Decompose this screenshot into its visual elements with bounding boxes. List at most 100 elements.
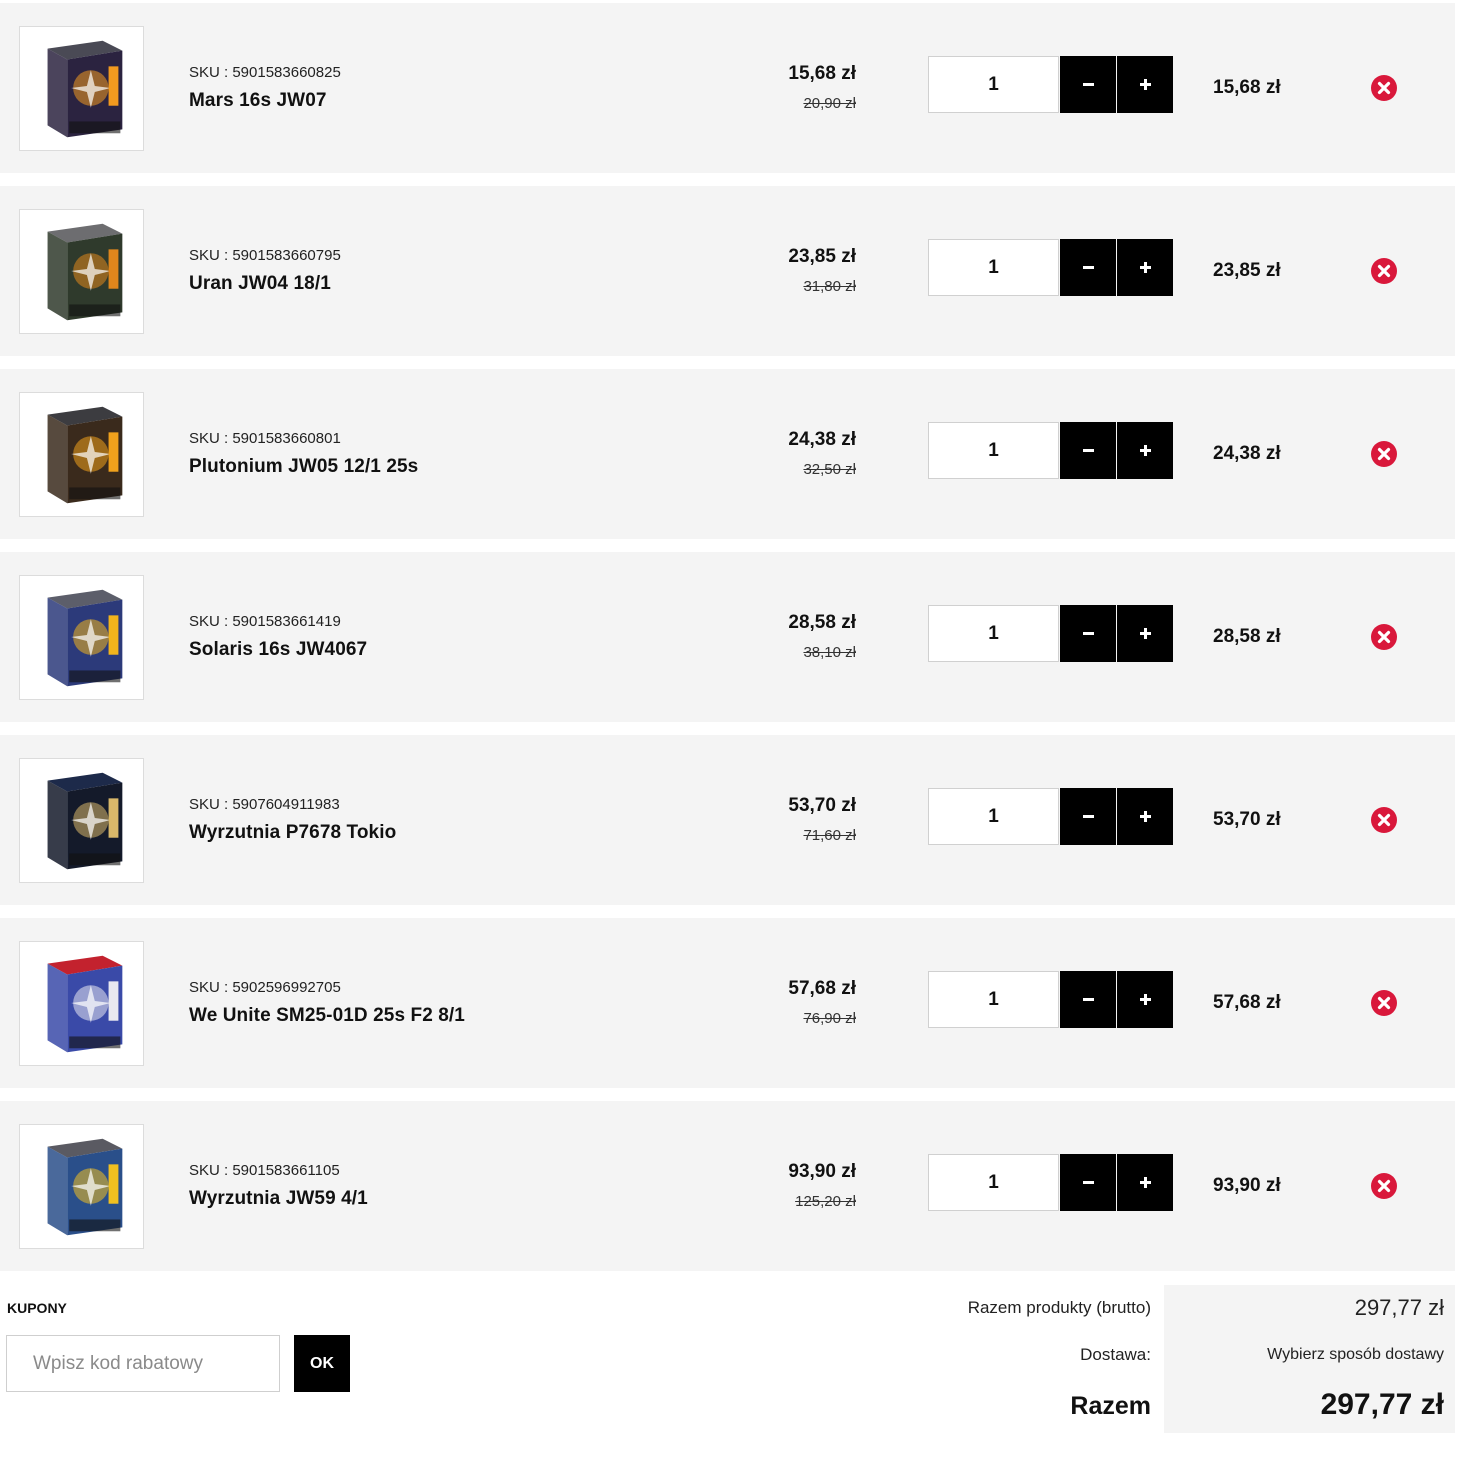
remove-item-button[interactable] bbox=[1371, 990, 1397, 1016]
close-circle-icon bbox=[1372, 442, 1396, 466]
order-summary-box: 297,77 zł Wybierz sposób dostawy 297,77 … bbox=[1164, 1285, 1455, 1433]
decrease-quantity-button[interactable] bbox=[1060, 239, 1116, 296]
product-price-cell: 24,38 zł 32,50 zł bbox=[689, 369, 914, 539]
product-thumbnail[interactable] bbox=[19, 1124, 144, 1249]
product-sku: SKU : 5901583661105 bbox=[189, 1162, 340, 1179]
product-name-link[interactable]: Wyrzutnia JW59 4/1 bbox=[189, 1188, 368, 1210]
cart-row: SKU : 5901583661419 Solaris 16s JW4067 2… bbox=[0, 552, 1455, 722]
increase-quantity-button[interactable] bbox=[1117, 56, 1173, 113]
quantity-cell bbox=[917, 369, 1183, 539]
remove-item-button[interactable] bbox=[1371, 75, 1397, 101]
decrease-quantity-button[interactable] bbox=[1060, 56, 1116, 113]
plus-icon bbox=[1139, 79, 1151, 90]
product-name-link[interactable]: Uran JW04 18/1 bbox=[189, 273, 331, 295]
quantity-input[interactable] bbox=[928, 1154, 1059, 1211]
product-name-link[interactable]: Wyrzutnia P7678 Tokio bbox=[189, 822, 396, 844]
line-total-cell: 23,85 zł bbox=[1186, 186, 1318, 356]
increase-quantity-button[interactable] bbox=[1117, 971, 1173, 1028]
shipping-label: Dostawa: bbox=[1080, 1345, 1151, 1364]
close-circle-icon bbox=[1372, 625, 1396, 649]
increase-quantity-button[interactable] bbox=[1117, 788, 1173, 845]
remove-item-button[interactable] bbox=[1371, 624, 1397, 650]
unit-price: 15,68 zł bbox=[788, 63, 856, 84]
subtotal-value: 297,77 zł bbox=[1354, 1295, 1444, 1320]
firework-box-image bbox=[47, 1138, 123, 1236]
quantity-cell bbox=[917, 186, 1183, 356]
quantity-input[interactable] bbox=[928, 971, 1059, 1028]
decrease-quantity-button[interactable] bbox=[1060, 971, 1116, 1028]
apply-coupon-button[interactable]: OK bbox=[294, 1335, 350, 1392]
firework-box-image bbox=[47, 223, 123, 321]
cart-row: SKU : 5901583661105 Wyrzutnia JW59 4/1 9… bbox=[0, 1101, 1455, 1271]
increase-quantity-button[interactable] bbox=[1117, 239, 1173, 296]
product-sku: SKU : 5901583660801 bbox=[189, 430, 341, 447]
quantity-input[interactable] bbox=[928, 239, 1059, 296]
old-price: 71,60 zł bbox=[803, 827, 856, 844]
product-name-link[interactable]: Plutonium JW05 12/1 25s bbox=[189, 456, 418, 478]
close-circle-icon bbox=[1372, 1174, 1396, 1198]
quantity-input[interactable] bbox=[928, 422, 1059, 479]
quantity-input[interactable] bbox=[928, 605, 1059, 662]
product-name-cell: SKU : 5901583661419 Solaris 16s JW4067 bbox=[179, 552, 686, 722]
line-total: 23,85 zł bbox=[1213, 260, 1281, 281]
increase-quantity-button[interactable] bbox=[1117, 1154, 1173, 1211]
line-total: 24,38 zł bbox=[1213, 443, 1281, 464]
cart-row: SKU : 5907604911983 Wyrzutnia P7678 Toki… bbox=[0, 735, 1455, 905]
line-total-cell: 24,38 zł bbox=[1186, 369, 1318, 539]
remove-cell bbox=[1321, 186, 1455, 356]
product-name-link[interactable]: Solaris 16s JW4067 bbox=[189, 639, 367, 661]
product-thumbnail[interactable] bbox=[19, 392, 144, 517]
plus-icon bbox=[1139, 994, 1151, 1005]
minus-icon bbox=[1082, 1181, 1094, 1184]
line-total-cell: 28,58 zł bbox=[1186, 552, 1318, 722]
remove-item-button[interactable] bbox=[1371, 807, 1397, 833]
remove-cell bbox=[1321, 1101, 1455, 1271]
product-name-link[interactable]: We Unite SM25-01D 25s F2 8/1 bbox=[189, 1005, 465, 1027]
product-name-link[interactable]: Mars 16s JW07 bbox=[189, 90, 327, 112]
minus-icon bbox=[1082, 83, 1094, 86]
old-price: 31,80 zł bbox=[803, 278, 856, 295]
unit-price: 53,70 zł bbox=[788, 795, 856, 816]
decrease-quantity-button[interactable] bbox=[1060, 422, 1116, 479]
increase-quantity-button[interactable] bbox=[1117, 605, 1173, 662]
remove-item-button[interactable] bbox=[1371, 1173, 1397, 1199]
quantity-input[interactable] bbox=[928, 56, 1059, 113]
total-label: Razem bbox=[1070, 1392, 1151, 1420]
total-value: 297,77 zł bbox=[1320, 1388, 1444, 1421]
product-image-cell bbox=[0, 3, 176, 173]
coupon-code-input[interactable] bbox=[6, 1335, 280, 1392]
remove-item-button[interactable] bbox=[1371, 441, 1397, 467]
close-circle-icon bbox=[1372, 991, 1396, 1015]
remove-item-button[interactable] bbox=[1371, 258, 1397, 284]
minus-icon bbox=[1082, 449, 1094, 452]
quantity-cell bbox=[917, 735, 1183, 905]
product-thumbnail[interactable] bbox=[19, 575, 144, 700]
unit-price: 24,38 zł bbox=[788, 429, 856, 450]
decrease-quantity-button[interactable] bbox=[1060, 605, 1116, 662]
product-image-cell bbox=[0, 735, 176, 905]
remove-cell bbox=[1321, 735, 1455, 905]
decrease-quantity-button[interactable] bbox=[1060, 788, 1116, 845]
line-total: 57,68 zł bbox=[1213, 992, 1281, 1013]
cart-row: SKU : 5901583660795 Uran JW04 18/1 23,85… bbox=[0, 186, 1455, 356]
product-name-cell: SKU : 5901583661105 Wyrzutnia JW59 4/1 bbox=[179, 1101, 686, 1271]
cart-row: SKU : 5901583660801 Plutonium JW05 12/1 … bbox=[0, 369, 1455, 539]
decrease-quantity-button[interactable] bbox=[1060, 1154, 1116, 1211]
unit-price: 57,68 zł bbox=[788, 978, 856, 999]
quantity-cell bbox=[917, 3, 1183, 173]
product-name-cell: SKU : 5902596992705 We Unite SM25-01D 25… bbox=[179, 918, 686, 1088]
shipping-value: Wybierz sposób dostawy bbox=[1267, 1346, 1444, 1363]
product-thumbnail[interactable] bbox=[19, 209, 144, 334]
increase-quantity-button[interactable] bbox=[1117, 422, 1173, 479]
product-name-cell: SKU : 5907604911983 Wyrzutnia P7678 Toki… bbox=[179, 735, 686, 905]
cart-row: SKU : 5902596992705 We Unite SM25-01D 25… bbox=[0, 918, 1455, 1088]
firework-box-image bbox=[47, 955, 123, 1053]
product-thumbnail[interactable] bbox=[19, 758, 144, 883]
subtotal-label: Razem produkty (brutto) bbox=[967, 1298, 1151, 1317]
minus-icon bbox=[1082, 266, 1094, 269]
quantity-input[interactable] bbox=[928, 788, 1059, 845]
product-thumbnail[interactable] bbox=[19, 26, 144, 151]
plus-icon bbox=[1139, 628, 1151, 639]
cart-row: SKU : 5901583660825 Mars 16s JW07 15,68 … bbox=[0, 3, 1455, 173]
product-thumbnail[interactable] bbox=[19, 941, 144, 1066]
